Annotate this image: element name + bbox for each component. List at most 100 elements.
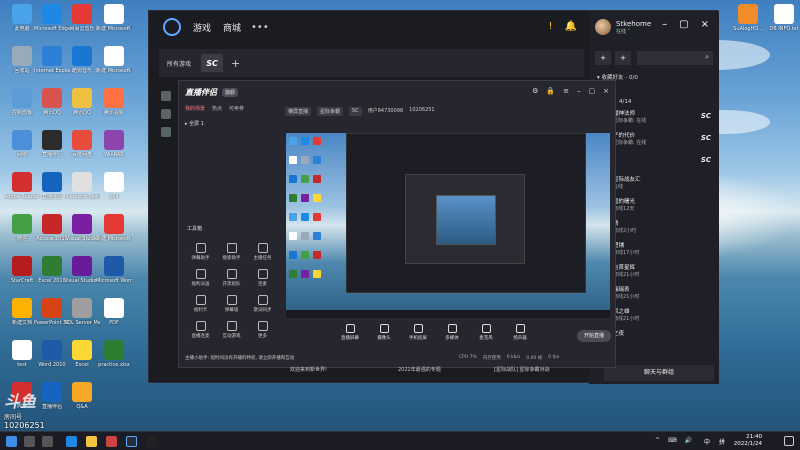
rail-icon[interactable] (161, 109, 171, 119)
bell-icon[interactable]: 🔔 (565, 21, 577, 32)
nav-store[interactable]: 商城 (223, 21, 241, 34)
desktop-icon[interactable]: Microsoft Word 2010 (96, 256, 132, 284)
toolbox-item[interactable]: 开黑组队 (216, 269, 247, 287)
friend-item[interactable]: 星际战友汇 在线 (599, 175, 717, 195)
explorer-icon[interactable] (86, 436, 97, 447)
minimize-icon[interactable]: – (662, 19, 667, 30)
tab-my-scenes[interactable]: 我的场景 (185, 105, 205, 112)
warning-icon[interactable]: ! (549, 21, 553, 32)
friend-item[interactable]: SC (599, 153, 717, 173)
toolbox-item[interactable]: 直播连麦 (185, 321, 216, 339)
scene-item[interactable]: ▸ 全屏 1 (185, 120, 280, 127)
desktop-icon[interactable]: x64 (96, 172, 132, 200)
input-method-lang[interactable]: 中 (704, 437, 710, 446)
toolbox-item[interactable]: 搜索助手 (216, 243, 247, 261)
rail-icon[interactable] (161, 91, 171, 101)
nav-games[interactable]: 游戏 (193, 21, 211, 34)
task-view-icon[interactable] (42, 436, 53, 447)
desktop-icon[interactable]: SuAlogHO... (730, 4, 766, 32)
tab-starcraft[interactable]: SC (201, 54, 224, 72)
input-method-pinyin[interactable]: 拼 (719, 437, 725, 446)
platform-logo-icon[interactable] (163, 18, 181, 36)
minimize-icon[interactable]: – (577, 87, 581, 95)
edge-icon[interactable] (66, 436, 77, 447)
friend-search-input[interactable]: ⌕ (637, 51, 713, 65)
system-tray[interactable]: ^ ⌨ 🔊 (655, 437, 695, 444)
stream-info-item[interactable]: SC (349, 107, 362, 116)
friend-item[interactable]: 魔神法师 星际争霸: 在线 SC (599, 109, 717, 129)
friend-item[interactable]: 风之雄 离线21小时 (599, 307, 717, 327)
rail-icon[interactable] (161, 127, 171, 137)
close-icon[interactable]: × (701, 19, 709, 30)
toolbox-item[interactable]: 福利卡 (185, 295, 216, 313)
platform-icon[interactable] (126, 436, 137, 447)
source-control-button[interactable]: 摄像头 (373, 324, 395, 341)
menu-icon[interactable]: ≡ (563, 87, 569, 95)
source-control-button[interactable]: 扬声器 (509, 324, 531, 341)
desktop-icon[interactable]: 酷狗音乐 (64, 46, 100, 74)
search-icon[interactable] (24, 436, 35, 447)
app-icon[interactable] (106, 436, 117, 447)
tab-all-games[interactable]: 所有游戏 (167, 59, 191, 68)
tab-hot[interactable]: 热点 (212, 105, 222, 112)
start-stream-button[interactable]: 开始直播 (577, 330, 611, 342)
maximize-icon[interactable]: ▢ (679, 19, 688, 30)
desktop-icon[interactable]: 新建 Microsoft Word 文档 (96, 46, 132, 74)
user-profile[interactable]: Stkehome 在线 ˅ (595, 19, 651, 35)
desktop-icon[interactable]: Visual Studio Code (64, 256, 100, 284)
desktop-icon[interactable]: WinRAR (96, 130, 132, 158)
notification-icon[interactable] (784, 436, 794, 446)
chat-and-groups-button[interactable]: 聊天与群组 (604, 365, 714, 381)
friend-item[interactable]: 吉首星辉 离线21小时 (599, 263, 717, 283)
avatar[interactable] (595, 19, 611, 35)
desktop-icon[interactable]: practice.xlsx (96, 340, 132, 368)
friend-item[interactable]: 子的代价 星际争霸: 在线 SC (599, 131, 717, 151)
toolbox-item[interactable]: 连麦 (247, 269, 278, 287)
close-icon[interactable]: × (603, 87, 609, 95)
toolbox-item[interactable]: 弹幕墙 (216, 295, 247, 313)
profile-status[interactable]: 在线 ˅ (616, 28, 651, 35)
friend-item[interactable]: 塑铺 离线17小时 (599, 241, 717, 261)
add-tab-button[interactable]: + (231, 57, 240, 70)
tab-coupons[interactable]: 可卖券 (229, 105, 244, 112)
maximize-icon[interactable]: ▢ (589, 87, 596, 95)
source-control-button[interactable]: 直播屏幕 (339, 324, 361, 341)
desktop-icon[interactable]: SQL Server Manager (64, 298, 100, 326)
desktop-icon[interactable]: PDF (96, 298, 132, 326)
toolbox-item[interactable]: 弹幕助手 (185, 243, 216, 261)
desktop-icon[interactable]: 百度网盘 (64, 130, 100, 158)
desktop-icon[interactable]: 腾讯视频 (96, 88, 132, 116)
add-friend-icon[interactable]: + (595, 51, 611, 65)
start-icon[interactable] (6, 436, 17, 447)
source-control-button[interactable]: 多媒体 (441, 324, 463, 341)
friend-item[interactable]: 瑞瑞表 离线21小时 (599, 285, 717, 305)
toolbox-item[interactable]: 福利派送 (185, 269, 216, 287)
toolbox-item[interactable]: 更多 (247, 321, 278, 339)
settings-icon[interactable]: ⚙ (532, 87, 538, 95)
toolbox-item[interactable]: 歌词同步 (247, 295, 278, 313)
lock-icon[interactable]: 🔒 (546, 87, 555, 95)
friend-item[interactable]: 之夜 (599, 329, 717, 349)
tool-icon (257, 243, 268, 253)
desktop-icon[interactable]: Microsoft Word 2010 (64, 172, 100, 200)
add-group-icon[interactable]: + (615, 51, 631, 65)
desktop-icon[interactable]: 腾讯QQ (64, 88, 100, 116)
desktop-icon[interactable]: Excel (64, 340, 100, 368)
toolbox-item[interactable]: 互动游戏 (216, 321, 247, 339)
desktop-icon[interactable]: Visual Studio (64, 214, 100, 242)
desktop-icon[interactable]: 新建 Microsoft 文档 (96, 214, 132, 242)
friend-item[interactable]: 晴离线2小时 (599, 219, 717, 239)
toolbox-item[interactable]: 主播任务 (247, 243, 278, 261)
source-control-button[interactable]: 麦克风 (475, 324, 497, 341)
desktop-icon[interactable]: Q&A (64, 382, 100, 410)
stream-info-item[interactable]: 横屏直播 (285, 107, 312, 116)
nav-more-icon[interactable]: ••• (251, 22, 269, 33)
desktop-icon[interactable]: 新建 Microsoft Word 文档 (96, 4, 132, 32)
stream-info-item[interactable]: 星际争霸 (317, 107, 344, 116)
desktop-icon[interactable]: DB INFO.txt (766, 4, 800, 32)
streaming-tool-icon[interactable] (146, 436, 157, 447)
friend-item[interactable]: 国的曙光 离线12天 (599, 197, 717, 217)
desktop-icon[interactable]: 网易云音乐 (64, 4, 100, 32)
source-control-button[interactable]: 手机投屏 (407, 324, 429, 341)
clock[interactable]: 21:40 2022/1/24 (734, 434, 762, 448)
